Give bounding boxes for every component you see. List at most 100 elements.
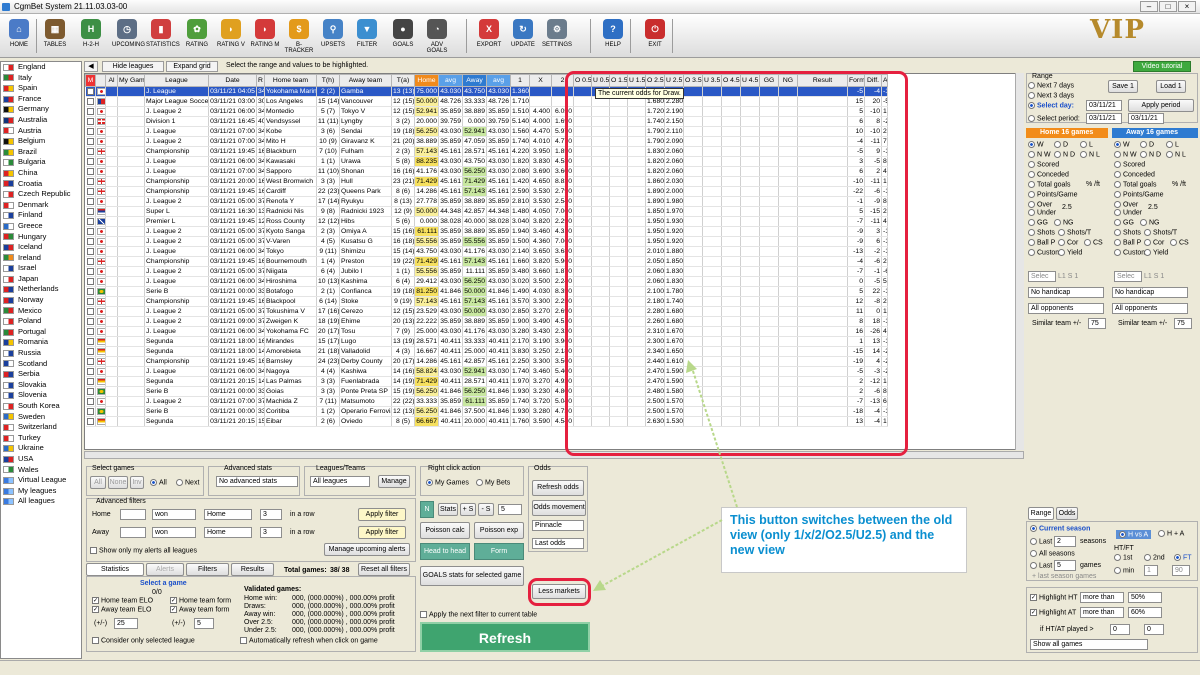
- radio-d[interactable]: D: [1140, 141, 1154, 148]
- radio-custom[interactable]: Custom: [1114, 249, 1147, 256]
- radio-d[interactable]: D: [1054, 141, 1068, 148]
- highlight-at-mode[interactable]: more than: [1080, 607, 1124, 618]
- at-played-input[interactable]: 0: [1144, 624, 1164, 635]
- home-games-header: Home 16 games: [1026, 128, 1108, 138]
- arrow-to-odds: [691, 367, 738, 508]
- radio-full-time[interactable]: FT: [1174, 554, 1192, 561]
- home-select-dropdown[interactable]: Selec: [1028, 271, 1056, 282]
- radio-h-vs-a[interactable]: H vs A: [1116, 530, 1152, 540]
- radio-select-day[interactable]: Select day:: [1028, 102, 1074, 109]
- radio-last-seasons[interactable]: Last: [1030, 538, 1052, 545]
- status-bar: [0, 660, 1200, 675]
- select-day-input[interactable]: 03/11/21: [1086, 100, 1122, 111]
- right-panel: Range Next 7 days Next 3 days Select day…: [1026, 61, 1200, 659]
- radio-l[interactable]: L: [1166, 141, 1179, 148]
- radio-h-plus-a[interactable]: H + A: [1158, 530, 1184, 537]
- last-games-input[interactable]: 5: [1054, 560, 1076, 571]
- radio-over[interactable]: Over: [1114, 201, 1138, 208]
- last-seasons-input[interactable]: 2: [1054, 536, 1076, 547]
- period-start-input[interactable]: 03/11/21: [1086, 113, 1122, 124]
- radio-ball-p[interactable]: Ball P: [1114, 239, 1141, 246]
- home-similar-input[interactable]: 75: [1088, 318, 1106, 329]
- min-from-input[interactable]: 1: [1144, 565, 1158, 576]
- period-end-input[interactable]: 03/11/21: [1128, 113, 1164, 124]
- radio-all-seasons[interactable]: All seasons: [1030, 550, 1075, 557]
- radio-scored[interactable]: Scored: [1114, 161, 1145, 168]
- radio-gg[interactable]: GG: [1114, 219, 1134, 226]
- pct-ft-label: % /ft: [1086, 181, 1101, 188]
- htft-label: HT/FT: [1114, 545, 1134, 552]
- radio-ball-p[interactable]: Ball P: [1028, 239, 1055, 246]
- radio-under[interactable]: Under: [1028, 209, 1056, 216]
- radio-gg[interactable]: GG: [1028, 219, 1048, 226]
- radio-l[interactable]: L: [1080, 141, 1093, 148]
- apply-period-button[interactable]: Apply period: [1128, 99, 1194, 112]
- radio-w[interactable]: W: [1028, 141, 1044, 148]
- radio-total-goals[interactable]: Total goals: [1028, 181, 1070, 188]
- radio-conceded[interactable]: Conceded: [1028, 171, 1069, 178]
- radio-under[interactable]: Under: [1114, 209, 1142, 216]
- ht-played-input[interactable]: 0: [1110, 624, 1130, 635]
- highlight-at-pct[interactable]: 60%: [1128, 607, 1162, 618]
- radio-nl[interactable]: N L: [1166, 151, 1186, 158]
- show-all-games-select[interactable]: Show all games: [1030, 639, 1148, 650]
- radio-yield[interactable]: Yield: [1144, 249, 1168, 256]
- save-1-button[interactable]: Save 1: [1108, 80, 1138, 93]
- radio-points-game[interactable]: Points/Game: [1114, 191, 1163, 198]
- pct-ft-label: % /ft: [1172, 181, 1187, 188]
- over-under-value[interactable]: 2.5: [1062, 204, 1072, 211]
- radio-custom[interactable]: Custom: [1028, 249, 1061, 256]
- radio-points-game[interactable]: Points/Game: [1028, 191, 1077, 198]
- radio-shots-t[interactable]: Shots/T: [1058, 229, 1091, 236]
- highlight-ht-checkbox[interactable]: ✓ Highlight HT: [1030, 594, 1078, 601]
- last-season-games-label: + last season games: [1032, 573, 1097, 580]
- radio-w[interactable]: W: [1114, 141, 1130, 148]
- radio-ng[interactable]: NG: [1140, 219, 1160, 226]
- radio-second-half[interactable]: 2nd: [1144, 554, 1165, 561]
- radio-cs[interactable]: CS: [1170, 239, 1189, 246]
- radio-shots-t[interactable]: Shots/T: [1144, 229, 1177, 236]
- over-under-value[interactable]: 2.5: [1148, 204, 1158, 211]
- highlight-at-checkbox[interactable]: ✓ Highlight AT: [1030, 609, 1076, 616]
- away-similar-input[interactable]: 75: [1174, 318, 1192, 329]
- radio-next-7-days[interactable]: Next 7 days: [1028, 82, 1074, 89]
- radio-shots[interactable]: Shots: [1114, 229, 1141, 236]
- radio-last-games[interactable]: Last: [1030, 562, 1052, 569]
- radio-shots[interactable]: Shots: [1028, 229, 1055, 236]
- home-handicap-select[interactable]: No handicap: [1028, 287, 1104, 298]
- away-games-header: Away 16 games: [1112, 128, 1198, 138]
- away-handicap-select[interactable]: No handicap: [1112, 287, 1188, 298]
- radio-nd[interactable]: N D: [1054, 151, 1075, 158]
- range-label: Range: [1032, 73, 1053, 80]
- radio-cor[interactable]: Cor: [1144, 239, 1164, 246]
- radio-nd[interactable]: N D: [1140, 151, 1161, 158]
- load-1-button[interactable]: Load 1: [1156, 80, 1186, 93]
- away-l1s1-label: L1 S 1: [1144, 273, 1165, 280]
- radio-cs[interactable]: CS: [1084, 239, 1103, 246]
- radio-nw[interactable]: N W: [1114, 151, 1137, 158]
- radio-cor[interactable]: Cor: [1058, 239, 1078, 246]
- radio-conceded[interactable]: Conceded: [1114, 171, 1155, 178]
- radio-over[interactable]: Over: [1028, 201, 1052, 208]
- radio-current-season[interactable]: Current season: [1030, 525, 1090, 532]
- radio-total-goals[interactable]: Total goals: [1114, 181, 1156, 188]
- home-opponents-select[interactable]: All opponents: [1028, 303, 1104, 314]
- radio-nw[interactable]: N W: [1028, 151, 1051, 158]
- away-select-dropdown[interactable]: Selec: [1114, 271, 1142, 282]
- min-to-input[interactable]: 90: [1172, 565, 1190, 576]
- radio-nl[interactable]: N L: [1080, 151, 1100, 158]
- away-opponents-select[interactable]: All opponents: [1112, 303, 1188, 314]
- radio-ng[interactable]: NG: [1054, 219, 1074, 226]
- radio-yield[interactable]: Yield: [1058, 249, 1082, 256]
- highlight-ht-pct[interactable]: 50%: [1128, 592, 1162, 603]
- tab-range[interactable]: Range: [1028, 507, 1054, 520]
- radio-next-3-days[interactable]: Next 3 days: [1028, 92, 1074, 99]
- arrow-head-odds: [686, 360, 697, 373]
- arrow-head-less-markets: [593, 580, 606, 591]
- highlight-ht-mode[interactable]: more than: [1080, 592, 1124, 603]
- radio-first-half[interactable]: 1st: [1114, 554, 1132, 561]
- radio-select-period[interactable]: Select period:: [1028, 115, 1080, 122]
- radio-min[interactable]: min: [1114, 567, 1134, 574]
- tab-odds[interactable]: Odds: [1056, 507, 1078, 520]
- radio-scored[interactable]: Scored: [1028, 161, 1059, 168]
